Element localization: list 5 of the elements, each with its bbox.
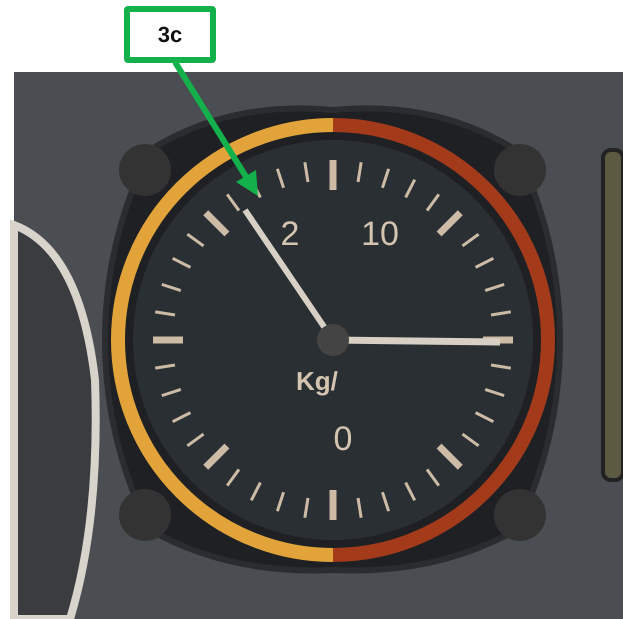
scale-label: 0 — [334, 420, 352, 458]
unit-label: Kg/ — [296, 366, 338, 396]
callout-label: 3c — [124, 6, 216, 63]
scale-label: 10 — [361, 215, 399, 253]
scale-label: 2 — [280, 215, 300, 253]
